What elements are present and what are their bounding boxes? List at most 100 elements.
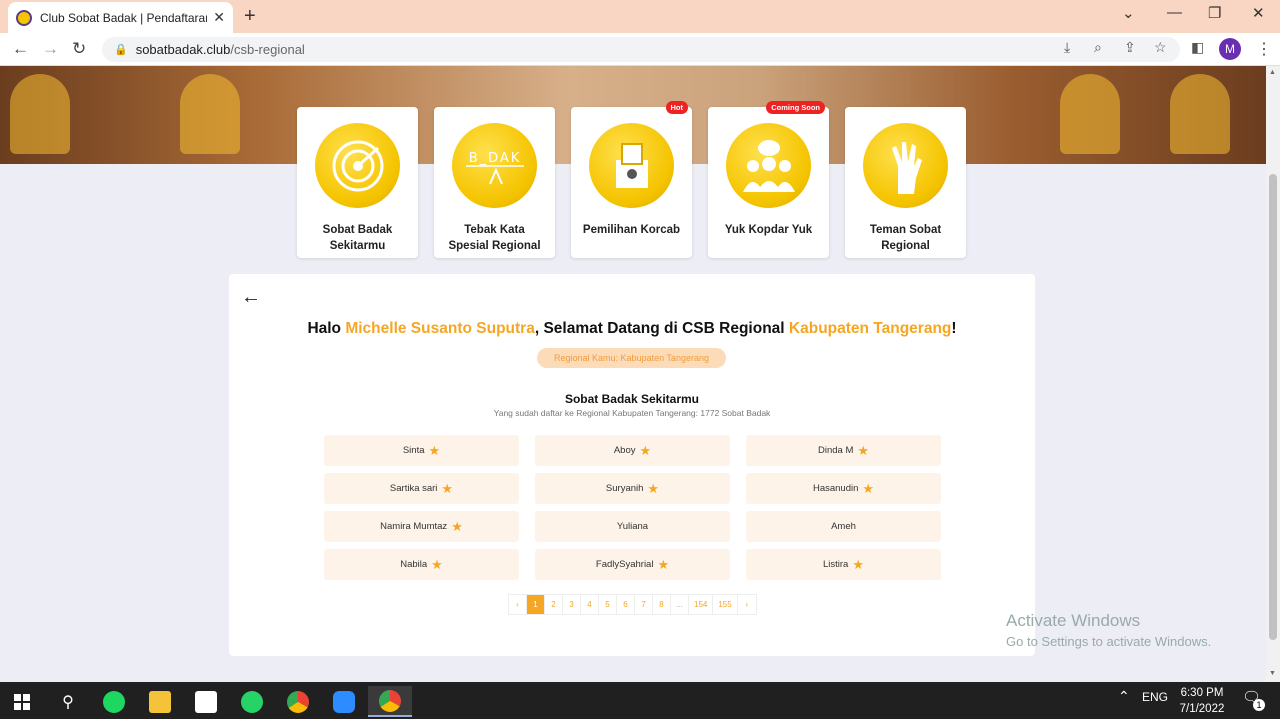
page-button[interactable]: 6 <box>617 595 635 614</box>
language-indicator[interactable]: ENG <box>1142 690 1168 704</box>
card-sobat-badak-sekitarmu[interactable]: Sobat Badak Sekitarmu <box>297 107 418 258</box>
star-icon: ★ <box>428 442 441 458</box>
back-arrow-icon[interactable]: ← <box>241 286 261 309</box>
region-badge: Regional Kamu: Kabupaten Tangerang <box>537 348 726 368</box>
star-icon: ★ <box>857 442 870 458</box>
search-icon[interactable]: ⚲ <box>46 686 90 717</box>
zoom-app-icon[interactable] <box>322 686 366 717</box>
member-item[interactable]: Aboy ★ <box>535 435 730 466</box>
back-arrow-icon[interactable]: ← <box>12 39 29 59</box>
minimize-button[interactable]: — <box>1167 4 1182 21</box>
zoom-icon[interactable]: ⌕ <box>1094 39 1102 56</box>
browser-menu-icon[interactable]: ⋮ <box>1256 39 1272 59</box>
next-page-button[interactable]: › <box>737 595 756 614</box>
profile-avatar[interactable]: M <box>1219 38 1241 60</box>
member-name: Yuliana <box>616 521 649 532</box>
welcome-heading: Halo Michelle Susanto Suputra, Selamat D… <box>229 320 1035 338</box>
coming-soon-badge: Coming Soon <box>766 101 825 114</box>
banner-art <box>1060 74 1120 154</box>
chrome-profile-icon[interactable] <box>368 686 412 717</box>
user-name: Michelle Susanto Suputra <box>345 320 535 337</box>
tab-search-icon[interactable]: ⌄ <box>1122 4 1135 22</box>
member-item[interactable]: Namira Mumtaz ★ <box>324 511 519 542</box>
scroll-down-icon[interactable]: ▼ <box>1269 670 1276 677</box>
card-label: Teman Sobat Regional <box>869 224 942 252</box>
page-button[interactable]: 1 <box>527 595 545 614</box>
chrome-icon[interactable] <box>276 686 320 717</box>
page-button[interactable]: 155 <box>713 595 738 614</box>
page-button[interactable]: 5 <box>599 595 617 614</box>
page-button[interactable]: 3 <box>563 595 581 614</box>
address-bar[interactable]: 🔒 sobatbadak.club/csb-regional <box>102 37 1180 62</box>
hot-badge: Hot <box>665 101 688 114</box>
install-app-icon[interactable]: ⤓ <box>1064 39 1070 56</box>
page-button[interactable]: 8 <box>653 595 671 614</box>
forward-arrow-icon[interactable]: → <box>42 39 59 59</box>
member-item[interactable]: Sartika sari ★ <box>324 473 519 504</box>
page-button[interactable]: 2 <box>545 595 563 614</box>
bookmark-star-icon[interactable]: ☆ <box>1154 39 1167 56</box>
member-item[interactable]: Sinta ★ <box>324 435 519 466</box>
chevron-up-icon[interactable]: ⌃ <box>1118 688 1130 705</box>
watermark-subtitle: Go to Settings to activate Windows. <box>1006 634 1212 649</box>
member-item[interactable]: Listira ★ <box>746 549 941 580</box>
feature-menu: Sobat Badak Sekitarmu B_DAK Tebak Kata S… <box>297 101 966 258</box>
notes-app-icon[interactable] <box>184 686 228 717</box>
member-name: Suryanih <box>605 483 644 494</box>
scroll-up-icon[interactable]: ▲ <box>1269 69 1276 76</box>
scrollbar-thumb[interactable] <box>1269 174 1277 640</box>
radar-icon <box>315 123 400 208</box>
site-favicon-icon <box>16 9 32 26</box>
spotify-icon[interactable] <box>92 686 136 717</box>
member-name: Aboy <box>613 445 636 456</box>
member-name: FadlySyahrial <box>595 559 654 570</box>
star-icon: ★ <box>852 556 864 572</box>
page-button[interactable]: 154 <box>689 595 714 614</box>
card-kopdar[interactable]: Coming Soon Yuk Kopdar Yuk <box>708 101 829 258</box>
member-item[interactable]: Yuliana <box>535 511 730 542</box>
group-chat-icon <box>726 123 811 208</box>
member-name: Ameh <box>831 521 856 532</box>
greeting-middle: , Selamat Datang di CSB Regional <box>534 320 789 337</box>
file-explorer-icon[interactable] <box>138 686 182 717</box>
pagination: ‹ 1 2 3 4 5 6 7 8... 154 155 › <box>508 594 757 615</box>
card-label: Pemilihan Korcab <box>582 224 681 236</box>
share-icon[interactable]: ⇪ <box>1124 39 1136 56</box>
new-tab-button[interactable]: + <box>244 5 256 28</box>
window-close-button[interactable]: ✕ <box>1252 4 1265 22</box>
banner-art <box>10 74 70 154</box>
side-panel-icon[interactable]: ◧ <box>1191 39 1204 56</box>
card-pemilihan-korcab[interactable]: Hot Pemilihan Korcab <box>571 101 692 258</box>
member-item[interactable]: Nabila ★ <box>324 549 519 580</box>
member-item[interactable]: Dinda M ★ <box>746 435 941 466</box>
regional-panel: ← Halo Michelle Susanto Suputra, Selamat… <box>229 274 1035 656</box>
member-item[interactable]: Suryanih ★ <box>535 473 730 504</box>
page-viewport: Sobat Badak Sekitarmu B_DAK Tebak Kata S… <box>0 66 1266 682</box>
restore-button[interactable]: ❐ <box>1208 4 1221 22</box>
member-item[interactable]: Ameh <box>746 511 941 542</box>
page-button[interactable]: 4 <box>581 595 599 614</box>
card-label: Tebak Kata Spesial Regional <box>448 224 541 252</box>
member-item[interactable]: Hasanudin ★ <box>746 473 941 504</box>
close-tab-icon[interactable]: ✕ <box>213 9 225 26</box>
whatsapp-icon[interactable] <box>230 686 274 717</box>
card-tebak-kata[interactable]: B_DAK Tebak Kata Spesial Regional <box>434 107 555 258</box>
page-scrollbar[interactable]: ▲ ▼ <box>1266 66 1280 682</box>
reload-icon[interactable]: ↻ <box>72 39 86 59</box>
prev-page-button[interactable]: ‹ <box>509 595 527 614</box>
section-title: Sobat Badak Sekitarmu <box>564 392 700 406</box>
start-button[interactable] <box>0 686 44 717</box>
card-label: Sobat Badak Sekitarmu <box>322 224 393 252</box>
star-icon: ★ <box>647 480 660 496</box>
system-clock[interactable]: 6:30 PM 7/1/2022 <box>1172 685 1232 717</box>
clock-date: 7/1/2022 <box>1179 703 1225 715</box>
page-button[interactable]: 7 <box>635 595 653 614</box>
member-grid: Sinta ★ Aboy ★ Dinda M ★ Sartika sari ★ Suryanih… <box>324 435 941 580</box>
member-item[interactable]: FadlySyahrial ★ <box>535 549 730 580</box>
clock-time: 6:30 PM <box>1180 687 1224 699</box>
windows-activation-watermark: Activate Windows Go to Settings to activ… <box>1006 611 1211 649</box>
member-name: Nabila <box>400 559 428 570</box>
member-name: Listira <box>823 559 849 570</box>
card-teman-sobat[interactable]: Teman Sobat Regional <box>845 107 966 258</box>
browser-tab[interactable]: Club Sobat Badak | Pendaftaran F ✕ <box>8 2 233 33</box>
